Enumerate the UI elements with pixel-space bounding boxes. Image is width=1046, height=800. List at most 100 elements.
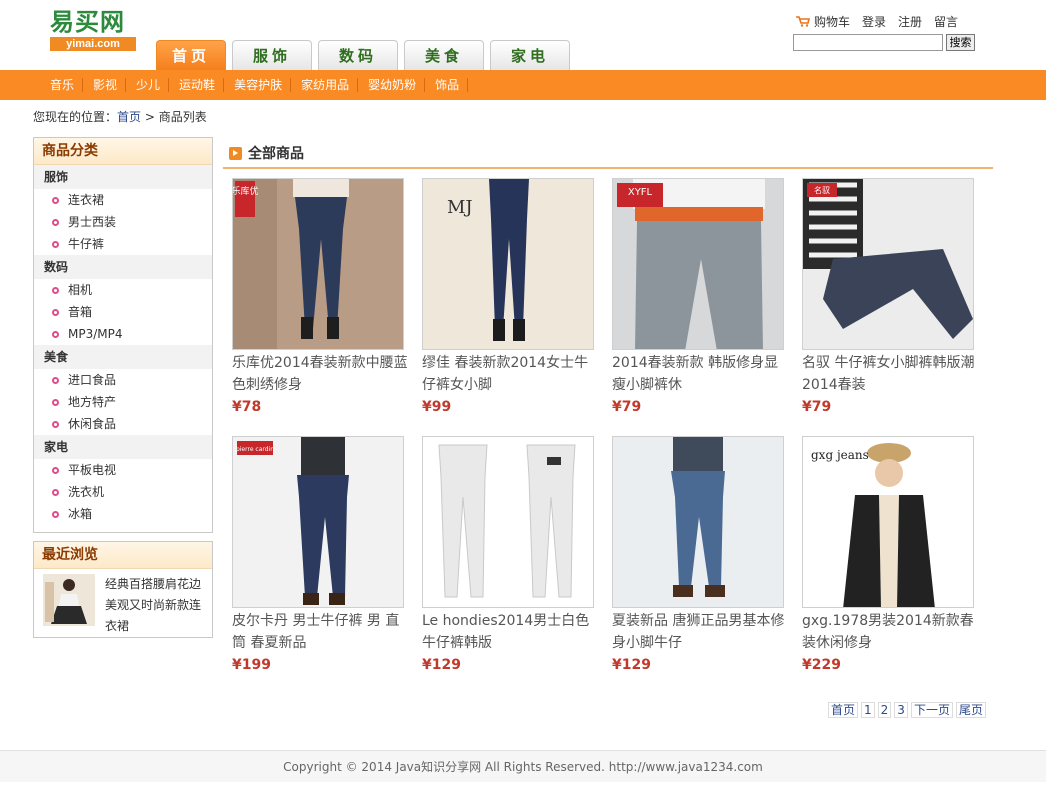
logo-text-cn: 易买网 [50, 7, 125, 36]
recent-item-thumbnail[interactable] [43, 574, 95, 626]
product-price: ¥79 [612, 399, 642, 415]
product-image[interactable]: 乐库优 [232, 178, 404, 350]
tab-appliance[interactable]: 家电 [490, 40, 570, 70]
sidebar-item[interactable]: 洗衣机 [34, 481, 212, 503]
main-title-text: 全部商品 [248, 146, 304, 162]
cart-link[interactable]: 购物车 [814, 13, 850, 30]
category-link[interactable]: 影视 [83, 78, 127, 92]
sidebar-group-title[interactable]: 家电 [34, 435, 212, 459]
message-link[interactable]: 留言 [934, 13, 958, 30]
product-card[interactable]: gxg jeans gxg.1978男装2014新款春装休闲修身 ¥229 [802, 436, 982, 675]
product-image[interactable]: gxg jeans [802, 436, 974, 608]
sidebar-item[interactable]: 连衣裙 [34, 189, 212, 211]
pager-page-1[interactable]: 1 [861, 702, 875, 718]
sidebar-item-label: 相机 [68, 283, 93, 297]
product-image[interactable]: XYFL [612, 178, 784, 350]
product-price: ¥99 [422, 399, 452, 415]
sidebar-item[interactable]: 平板电视 [34, 459, 212, 481]
pager-page-2[interactable]: 2 [877, 702, 892, 718]
product-name[interactable]: 名驭 牛仔裤女小脚裤韩版潮2014春装 [802, 352, 982, 396]
product-name[interactable]: 乐库优2014春装新款中腰蓝色刺绣修身 [232, 352, 412, 396]
tab-clothing[interactable]: 服饰 [232, 40, 312, 70]
bullet-icon [52, 218, 59, 226]
logo-text-en: yimai.com [50, 37, 136, 51]
tab-food[interactable]: 美食 [404, 40, 484, 70]
product-name[interactable]: 2014春装新款 韩版修身显瘦小脚裤休 [612, 352, 792, 396]
sidebar-group-title[interactable]: 服饰 [34, 165, 212, 189]
brand-text: 名驭 [814, 185, 830, 195]
product-name[interactable]: 皮尔卡丹 男士牛仔裤 男 直筒 春夏新品 [232, 610, 412, 654]
pager-next[interactable]: 下一页 [910, 702, 953, 718]
tab-home[interactable]: 首页 [156, 40, 226, 70]
category-link[interactable]: 运动鞋 [169, 78, 225, 92]
sidebar-title: 商品分类 [34, 138, 212, 165]
product-image[interactable] [422, 436, 594, 608]
sidebar-item-label: 平板电视 [68, 463, 117, 477]
login-link[interactable]: 登录 [862, 13, 886, 30]
sidebar-item[interactable]: 音箱 [34, 301, 212, 323]
product-card[interactable]: 名驭 名驭 牛仔裤女小脚裤韩版潮2014春装 ¥79 [802, 178, 982, 417]
sidebar-item[interactable]: 休闲食品 [34, 413, 212, 435]
category-link[interactable]: 饰品 [425, 78, 469, 92]
product-price: ¥78 [232, 399, 262, 415]
product-image[interactable]: MJ [422, 178, 594, 350]
pager-last[interactable]: 尾页 [955, 702, 986, 718]
product-price: ¥199 [232, 657, 271, 673]
product-image[interactable]: pierre cardin [232, 436, 404, 608]
brand-text: 乐库优 [233, 185, 259, 197]
brand-text: XYFL [628, 187, 653, 198]
product-name[interactable]: gxg.1978男装2014新款春装休闲修身 [802, 610, 982, 654]
product-image[interactable]: 名驭 [802, 178, 974, 350]
sidebar-item-label: 冰箱 [68, 507, 93, 521]
arrow-icon [229, 146, 242, 160]
product-card[interactable]: pierre cardin 皮尔卡丹 男士牛仔裤 男 直筒 春夏新品 ¥199 [232, 436, 412, 675]
pager-first[interactable]: 首页 [828, 702, 859, 718]
sidebar-item-label: 牛仔裤 [68, 237, 105, 251]
pager-page-3[interactable]: 3 [894, 702, 908, 718]
sidebar-item-label: 音箱 [68, 305, 93, 319]
bullet-icon [52, 196, 59, 204]
category-link[interactable]: 家纺用品 [291, 78, 359, 92]
sidebar-item[interactable]: 冰箱 [34, 503, 212, 525]
category-link[interactable]: 音乐 [40, 78, 84, 92]
bullet-icon [52, 420, 59, 428]
category-link[interactable]: 婴幼奶粉 [358, 78, 426, 92]
breadcrumb: 您现在的位置：首页 > 商品列表 [33, 108, 207, 125]
search-button[interactable]: 搜索 [946, 34, 975, 51]
product-card[interactable]: 乐库优 乐库优2014春装新款中腰蓝色刺绣修身 ¥78 [232, 178, 412, 417]
category-link[interactable]: 少儿 [126, 78, 170, 92]
breadcrumb-prefix: 您现在的位置： [33, 110, 118, 124]
product-card[interactable]: 夏装新品 唐狮正品男基本修身小脚牛仔 ¥129 [612, 436, 792, 675]
sidebar-group-title[interactable]: 数码 [34, 255, 212, 279]
cart-icon[interactable] [796, 15, 810, 27]
register-link[interactable]: 注册 [898, 13, 922, 30]
product-card[interactable]: Le hondies2014男士白色牛仔裤韩版 ¥129 [422, 436, 602, 675]
search-input[interactable] [793, 34, 943, 51]
product-name[interactable]: 缪佳 春装新款2014女士牛仔裤女小脚 [422, 352, 602, 396]
sidebar-group-title[interactable]: 美食 [34, 345, 212, 369]
sidebar-item[interactable]: 男士西装 [34, 211, 212, 233]
sidebar-item[interactable]: 进口食品 [34, 369, 212, 391]
pagination: 首页 1 2 3 下一页 尾页 [828, 702, 989, 718]
product-card[interactable]: XYFL 2014春装新款 韩版修身显瘦小脚裤休 ¥79 [612, 178, 792, 417]
product-image[interactable] [612, 436, 784, 608]
brand-text: gxg jeans [811, 448, 869, 462]
product-card[interactable]: MJ 缪佳 春装新款2014女士牛仔裤女小脚 ¥99 [422, 178, 602, 417]
divider [223, 167, 993, 169]
category-link[interactable]: 美容护肤 [224, 78, 292, 92]
sidebar-item-label: 男士西装 [68, 215, 117, 229]
sidebar-item-label: 休闲食品 [68, 417, 117, 431]
recent-item-name[interactable]: 经典百搭腰肩花边美观又时尚新款连衣裙 [105, 574, 209, 637]
logo[interactable]: 易买网 yimai.com [50, 8, 138, 54]
sidebar-item[interactable]: MP3/MP4 [34, 323, 212, 345]
tab-digital[interactable]: 数码 [318, 40, 398, 70]
sidebar-item[interactable]: 相机 [34, 279, 212, 301]
main-nav-tabs: 首页 服饰 数码 美食 家电 [156, 40, 576, 70]
sidebar-item[interactable]: 牛仔裤 [34, 233, 212, 255]
bullet-icon [52, 488, 59, 496]
product-name[interactable]: 夏装新品 唐狮正品男基本修身小脚牛仔 [612, 610, 792, 654]
breadcrumb-home[interactable]: 首页 [117, 110, 141, 124]
breadcrumb-current: 商品列表 [158, 110, 207, 124]
sidebar-item[interactable]: 地方特产 [34, 391, 212, 413]
product-name[interactable]: Le hondies2014男士白色牛仔裤韩版 [422, 610, 602, 654]
